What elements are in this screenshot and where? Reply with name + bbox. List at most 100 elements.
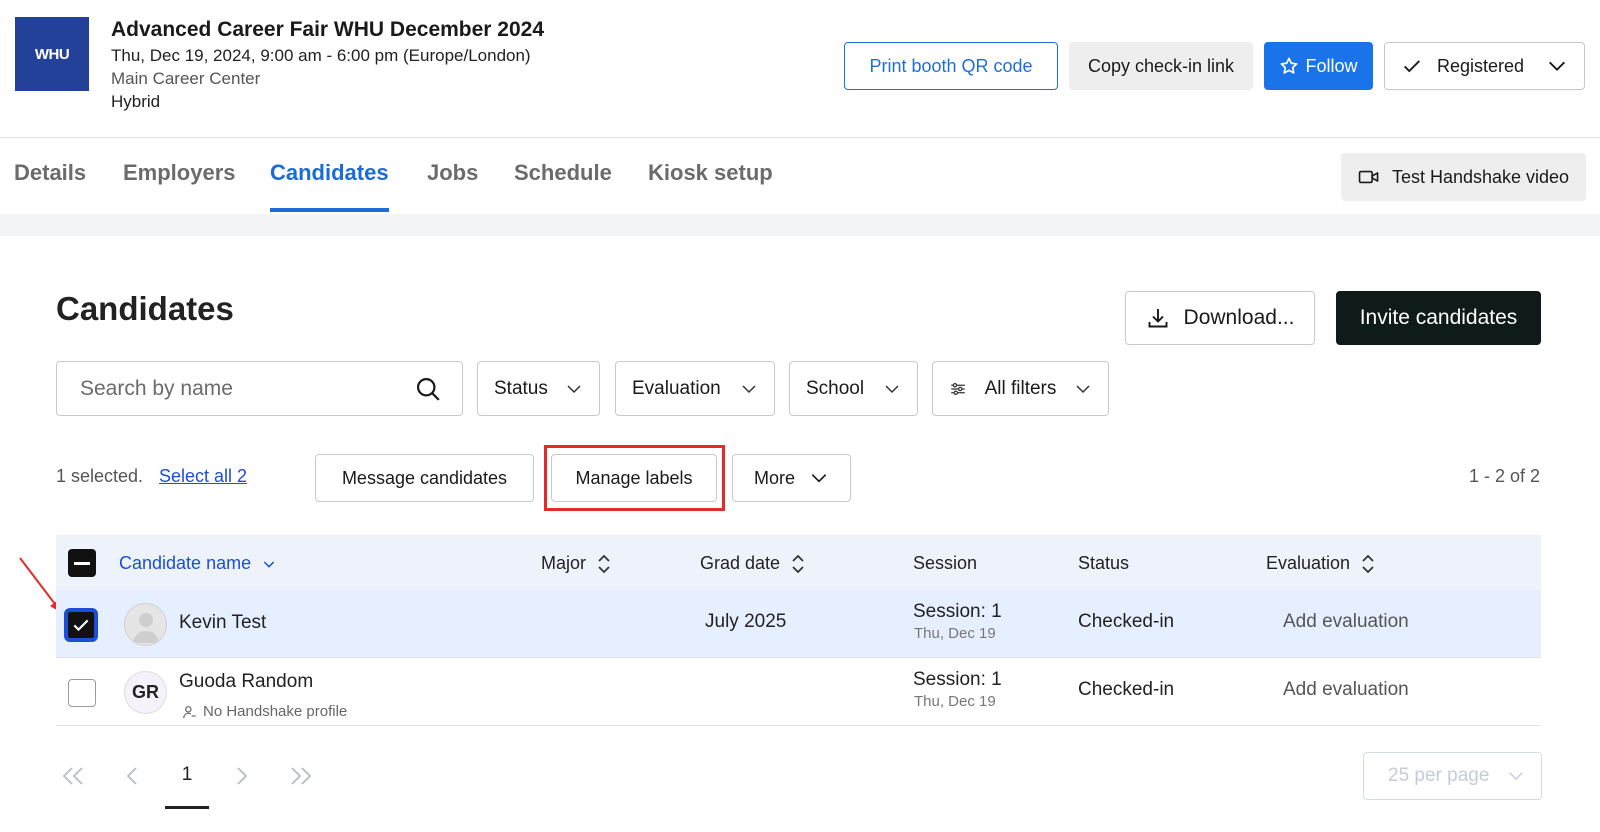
- table-header: Candidate name Major Grad date Session S…: [56, 535, 1541, 590]
- page-number[interactable]: 1: [165, 764, 209, 786]
- tab-divider: [0, 214, 1600, 236]
- star-icon: [1280, 57, 1298, 74]
- copy-checkin-label: Copy check-in link: [1087, 55, 1235, 76]
- column-label: Candidate name: [119, 553, 252, 573]
- event-tabs: Details Employers Candidates Jobs Schedu…: [0, 138, 1600, 214]
- download-label: Download...: [1183, 306, 1295, 329]
- session-date: Thu, Dec 19: [914, 625, 996, 642]
- annotation-highlight-box: [544, 445, 725, 511]
- registered-label: Registered: [1436, 55, 1525, 76]
- chevron-down-icon: [1076, 384, 1090, 393]
- school-filter[interactable]: School: [789, 361, 918, 416]
- invite-candidates-button[interactable]: Invite candidates: [1336, 291, 1541, 345]
- tab-schedule[interactable]: Schedule: [514, 160, 612, 212]
- evaluation-filter[interactable]: Evaluation: [615, 361, 775, 416]
- tab-candidates[interactable]: Candidates: [270, 160, 389, 212]
- registered-dropdown[interactable]: Registered: [1384, 42, 1585, 90]
- chevron-down-icon: [1509, 772, 1523, 781]
- school-logo: WHU: [15, 17, 89, 91]
- test-video-button[interactable]: Test Handshake video: [1341, 153, 1586, 201]
- search-icon[interactable]: [414, 375, 442, 403]
- table-row[interactable]: Kevin Test July 2025 Session: 1 Thu, Dec…: [56, 590, 1541, 658]
- session: Session: 1: [913, 601, 1002, 622]
- message-candidates-button[interactable]: Message candidates: [315, 454, 534, 502]
- profile-note: No Handshake profile: [181, 703, 347, 720]
- add-evaluation-link[interactable]: Add evaluation: [1283, 611, 1409, 633]
- sliders-icon: [951, 382, 965, 395]
- test-video-label: Test Handshake video: [1391, 166, 1570, 187]
- tab-details[interactable]: Details: [14, 160, 86, 212]
- tab-kiosk-setup[interactable]: Kiosk setup: [648, 160, 773, 212]
- avatar: GR: [124, 671, 167, 714]
- check-icon: [1403, 60, 1420, 73]
- grad-date: July 2025: [705, 611, 787, 632]
- sort-icon: [598, 554, 610, 573]
- add-evaluation-link[interactable]: Add evaluation: [1283, 679, 1409, 701]
- school-filter-label: School: [806, 377, 865, 399]
- message-candidates-label: Message candidates: [341, 467, 508, 488]
- print-qr-label: Print booth QR code: [869, 55, 1033, 76]
- tab-jobs[interactable]: Jobs: [427, 160, 478, 212]
- column-grad-date[interactable]: Grad date: [700, 553, 806, 574]
- sort-icon: [1362, 554, 1374, 573]
- evaluation-filter-label: Evaluation: [632, 377, 721, 399]
- user-placeholder-icon: [132, 612, 159, 643]
- print-qr-button[interactable]: Print booth QR code: [844, 42, 1058, 90]
- copy-checkin-link-button[interactable]: Copy check-in link: [1069, 42, 1253, 90]
- column-status: Status: [1078, 553, 1129, 574]
- column-session: Session: [913, 553, 977, 574]
- session: Session: 1: [913, 669, 1002, 690]
- event-info: Advanced Career Fair WHU December 2024 T…: [111, 16, 544, 113]
- chevron-down-icon: [742, 384, 756, 393]
- download-icon: [1148, 309, 1167, 328]
- status-filter[interactable]: Status: [477, 361, 600, 416]
- session-date: Thu, Dec 19: [914, 693, 996, 710]
- previous-page-icon[interactable]: [124, 764, 140, 788]
- invite-label: Invite candidates: [1359, 306, 1518, 329]
- status-value: Checked-in: [1078, 611, 1175, 632]
- follow-button[interactable]: Follow: [1264, 42, 1373, 90]
- column-label: Major: [541, 553, 587, 573]
- selection-count: 1 selected.: [56, 466, 144, 486]
- row-checkbox[interactable]: [66, 610, 96, 640]
- logo-text: WHU: [34, 45, 70, 63]
- column-label: Session: [913, 553, 978, 573]
- sort-icon: [792, 554, 804, 573]
- follow-label: Follow: [1305, 55, 1358, 76]
- select-all-checkbox[interactable]: [68, 549, 96, 577]
- more-actions-button[interactable]: More: [732, 454, 851, 502]
- more-label: More: [753, 467, 795, 488]
- candidate-name[interactable]: Kevin Test: [179, 612, 266, 634]
- column-major[interactable]: Major: [541, 553, 612, 574]
- column-label: Grad date: [700, 553, 781, 573]
- event-datetime: Thu, Dec 19, 2024, 9:00 am - 6:00 pm (Eu…: [111, 46, 531, 65]
- all-filters-button[interactable]: All filters: [932, 361, 1109, 416]
- event-format: Hybrid: [111, 92, 161, 111]
- avatar-initials: GR: [132, 682, 159, 702]
- per-page-select[interactable]: 25 per page: [1363, 752, 1542, 800]
- event-header: WHU Advanced Career Fair WHU December 20…: [0, 0, 1600, 138]
- table-row[interactable]: GR Guoda Random No Handshake profile Ses…: [56, 658, 1541, 726]
- column-label: Status: [1078, 553, 1130, 573]
- profile-note-text: No Handshake profile: [203, 703, 348, 720]
- event-location: Main Career Center: [111, 69, 261, 88]
- download-button[interactable]: Download...: [1125, 291, 1315, 345]
- column-evaluation[interactable]: Evaluation: [1266, 553, 1376, 574]
- select-all-link[interactable]: Select all 2: [159, 466, 247, 487]
- video-camera-icon: [1358, 170, 1379, 184]
- candidate-name[interactable]: Guoda Random: [179, 671, 313, 693]
- search-input[interactable]: [58, 363, 398, 414]
- last-page-icon[interactable]: [288, 764, 314, 788]
- row-checkbox[interactable]: [68, 679, 96, 707]
- tab-employers[interactable]: Employers: [123, 160, 236, 212]
- search-field: [56, 361, 463, 416]
- first-page-icon[interactable]: [60, 764, 86, 788]
- check-icon: [73, 619, 89, 632]
- person-icon: [183, 705, 196, 718]
- chevron-down-icon: [567, 384, 581, 393]
- all-filters-label: All filters: [984, 377, 1057, 399]
- chevron-down-icon: [885, 384, 899, 393]
- next-page-icon[interactable]: [234, 764, 250, 788]
- per-page-label: 25 per page: [1388, 765, 1490, 786]
- column-candidate-name[interactable]: Candidate name: [119, 553, 277, 574]
